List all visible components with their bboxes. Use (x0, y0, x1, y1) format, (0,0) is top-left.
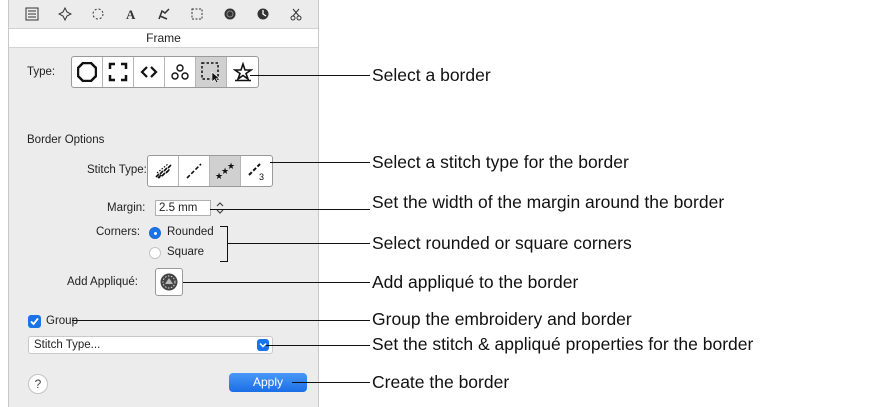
running-stitch-icon[interactable] (179, 156, 210, 186)
callout-line-border (250, 75, 370, 76)
callout-line-apply (292, 382, 370, 383)
dotted-circle-icon[interactable] (87, 3, 109, 25)
corners-bracket-top (220, 226, 228, 227)
annotation-properties: Set the stitch & appliqué properties for… (372, 334, 754, 354)
svg-text:A: A (126, 7, 136, 21)
angle-brackets-border-icon[interactable] (134, 57, 165, 87)
filled-circle-icon[interactable] (219, 3, 241, 25)
callout-line-margin (210, 209, 370, 210)
satin-stitch-icon[interactable] (148, 156, 179, 186)
annotation-create: Create the border (372, 372, 510, 392)
callout-line-group (72, 320, 370, 321)
triple-stitch-icon[interactable]: 3 (241, 156, 272, 186)
text-a-icon[interactable]: A (120, 3, 142, 25)
annotation-select-stitch: Select a stitch type for the border (372, 152, 629, 172)
dotted-square-border-icon[interactable] (196, 57, 227, 87)
scissors-icon[interactable] (285, 3, 307, 25)
callout-line-properties (266, 345, 370, 346)
callout-line-corners (228, 243, 370, 244)
star-border-icon[interactable] (227, 57, 258, 87)
panel-title: Frame (9, 28, 318, 48)
corners-label: Corners: (96, 226, 141, 238)
list-icon[interactable] (21, 3, 43, 25)
radio-square[interactable] (149, 247, 161, 259)
margin-field[interactable]: 2.5 mm (155, 200, 211, 216)
applique-icon (160, 273, 178, 291)
toolbar: A (9, 0, 318, 28)
hand-stitch-icon[interactable] (153, 3, 175, 25)
add-applique-label: Add Appliqué: (67, 276, 138, 288)
add-applique-button[interactable] (155, 268, 183, 296)
octagon-border-icon[interactable] (72, 57, 103, 87)
annotation-margin: Set the width of the margin around the b… (372, 192, 725, 212)
radio-rounded[interactable] (149, 227, 161, 239)
group-label: Group (46, 315, 78, 327)
help-button[interactable]: ? (28, 374, 48, 394)
dropdown-value: Stitch Type... (34, 339, 101, 351)
annotation-select-border: Select a border (372, 65, 491, 85)
callout-line-applique (183, 282, 370, 283)
corners-bracket-bottom (220, 261, 228, 262)
stitch-type-label: Stitch Type: (87, 164, 147, 176)
stitch-type-selector: ★ ★ ★ 3 (147, 155, 273, 187)
callout-line-stitch (270, 162, 370, 163)
corners-bracket (227, 226, 228, 262)
sparkle-icon[interactable] (54, 3, 76, 25)
dotted-square-icon[interactable] (186, 3, 208, 25)
margin-label: Margin: (107, 202, 146, 214)
motif-stitch-icon[interactable]: ★ ★ ★ (210, 156, 241, 186)
stitch-type-dropdown[interactable]: Stitch Type... (28, 336, 273, 354)
svg-text:★: ★ (227, 161, 235, 171)
radio-square-label: Square (167, 246, 205, 258)
annotation-corners: Select rounded or square corners (372, 233, 632, 253)
annotation-group: Group the embroidery and border (372, 309, 632, 329)
group-checkbox[interactable] (28, 315, 41, 328)
radio-rounded-label: Rounded (167, 226, 214, 238)
border-type-selector (71, 56, 259, 88)
clock-icon[interactable] (252, 3, 274, 25)
svg-text:3: 3 (259, 172, 264, 181)
margin-stepper[interactable] (214, 198, 226, 218)
type-label: Type: (27, 66, 56, 78)
annotation-applique: Add appliqué to the border (372, 272, 579, 292)
corner-brackets-border-icon[interactable] (103, 57, 134, 87)
flourish-border-icon[interactable] (165, 57, 196, 87)
border-options-heading: Border Options (27, 134, 105, 146)
